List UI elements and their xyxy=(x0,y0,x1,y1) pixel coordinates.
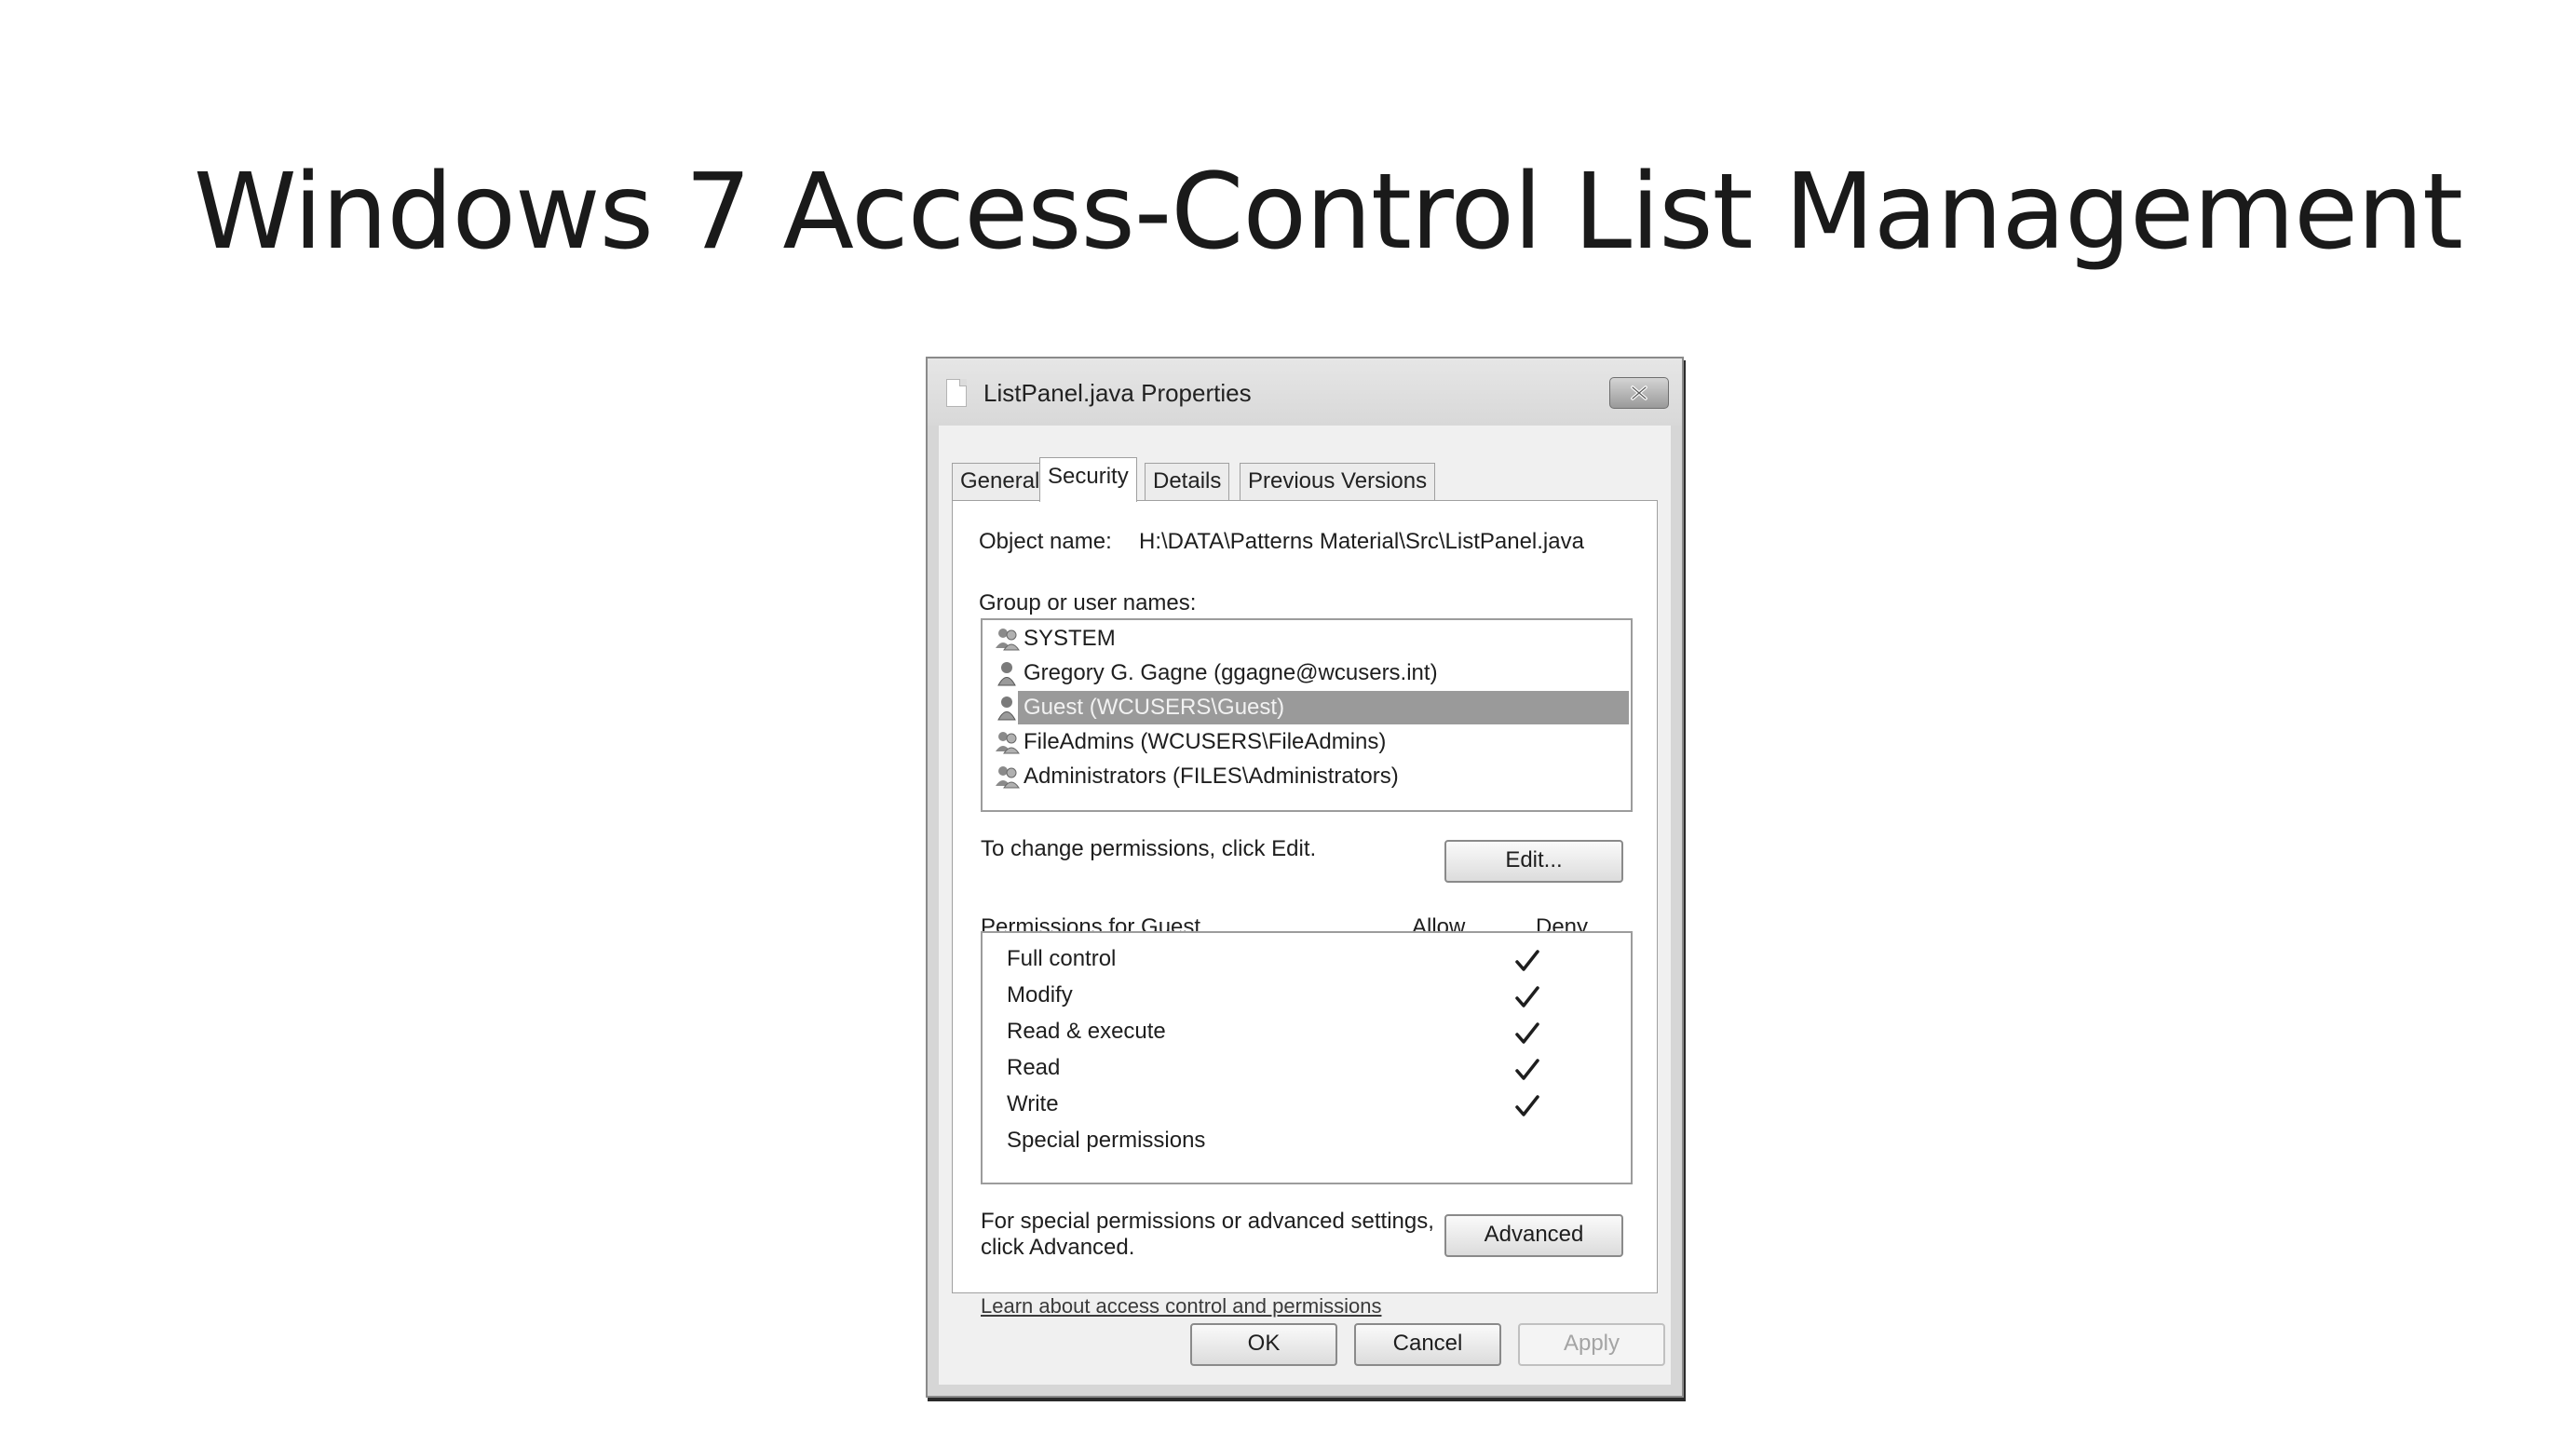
edit-button[interactable]: Edit... xyxy=(1444,840,1623,883)
close-button[interactable] xyxy=(1609,377,1669,409)
user-list-item[interactable]: SYSTEM xyxy=(990,622,1623,656)
permission-row: Full control xyxy=(1007,942,1603,978)
group-icon xyxy=(994,626,1022,658)
user-icon xyxy=(994,660,1022,693)
user-name-label: Administrators (FILES\Administrators) xyxy=(1024,764,1399,789)
document-icon xyxy=(946,379,967,407)
user-list-item[interactable]: Administrators (FILES\Administrators) xyxy=(990,760,1623,793)
check-icon xyxy=(1513,948,1541,980)
permission-label: Full control xyxy=(1007,946,1117,971)
tab-details[interactable]: Details xyxy=(1145,463,1230,500)
user-list-item[interactable]: FileAdmins (WCUSERS\FileAdmins) xyxy=(990,725,1623,759)
group-user-listbox[interactable]: SYSTEM Gregory G. Gagne (ggagne@wcusers.… xyxy=(981,618,1633,812)
apply-button[interactable]: Apply xyxy=(1518,1323,1665,1366)
user-name-label: FileAdmins (WCUSERS\FileAdmins) xyxy=(1024,729,1387,754)
check-icon xyxy=(1513,1057,1541,1089)
permission-label: Special permissions xyxy=(1007,1128,1206,1153)
permission-label: Read & execute xyxy=(1007,1019,1166,1044)
permission-row: Write xyxy=(1007,1088,1603,1123)
advanced-hint-line2: click Advanced. xyxy=(981,1235,1135,1260)
slide-title: Windows 7 Access-Control List Management xyxy=(194,152,2463,273)
check-icon xyxy=(1513,1093,1541,1126)
tab-security[interactable]: Security xyxy=(1039,457,1137,502)
object-name-value: H:\DATA\Patterns Material\Src\ListPanel.… xyxy=(1139,529,1584,554)
properties-dialog: ListPanel.java Properties General Securi… xyxy=(926,357,1684,1398)
tab-general[interactable]: General xyxy=(952,463,1049,500)
user-list-item-selected[interactable]: Guest (WCUSERS\Guest) xyxy=(990,691,1629,727)
permission-row: Read & execute xyxy=(1007,1015,1603,1050)
user-name-label: SYSTEM xyxy=(1024,626,1116,651)
ok-button[interactable]: OK xyxy=(1190,1323,1337,1366)
user-icon xyxy=(994,695,1022,727)
permission-label: Write xyxy=(1007,1091,1059,1116)
user-name-label: Gregory G. Gagne (ggagne@wcusers.int) xyxy=(1024,660,1438,685)
permission-label: Read xyxy=(1007,1055,1061,1080)
cancel-button[interactable]: Cancel xyxy=(1354,1323,1501,1366)
check-icon xyxy=(1513,984,1541,1017)
permission-row: Special permissions xyxy=(1007,1124,1603,1159)
permission-label: Modify xyxy=(1007,982,1073,1007)
title-bar[interactable]: ListPanel.java Properties xyxy=(928,358,1682,426)
user-name-label: Guest (WCUSERS\Guest) xyxy=(1024,695,1285,720)
advanced-hint-line1: For special permissions or advanced sett… xyxy=(981,1209,1434,1234)
permission-row: Modify xyxy=(1007,979,1603,1014)
tab-previous-versions[interactable]: Previous Versions xyxy=(1240,463,1436,500)
user-list-item[interactable]: Gregory G. Gagne (ggagne@wcusers.int) xyxy=(990,656,1623,690)
close-icon xyxy=(1631,385,1647,400)
group-icon xyxy=(994,729,1022,762)
group-icon xyxy=(994,764,1022,796)
advanced-button[interactable]: Advanced xyxy=(1444,1214,1623,1257)
change-permissions-text: To change permissions, click Edit. xyxy=(981,836,1317,861)
object-name-label: Object name: xyxy=(979,529,1112,554)
permission-row: Read xyxy=(1007,1051,1603,1087)
group-names-label: Group or user names: xyxy=(979,590,1197,615)
check-icon xyxy=(1513,1021,1541,1053)
security-tab-panel: Object name: H:\DATA\Patterns Material\S… xyxy=(952,500,1658,1318)
window-title: ListPanel.java Properties xyxy=(983,379,1252,407)
learn-access-control-link[interactable]: Learn about access control and permissio… xyxy=(981,1294,1381,1319)
permissions-list: Full control Modify Read & execute Read … xyxy=(981,931,1633,1184)
dialog-client-area: General Security Details Previous Versio… xyxy=(939,426,1671,1385)
